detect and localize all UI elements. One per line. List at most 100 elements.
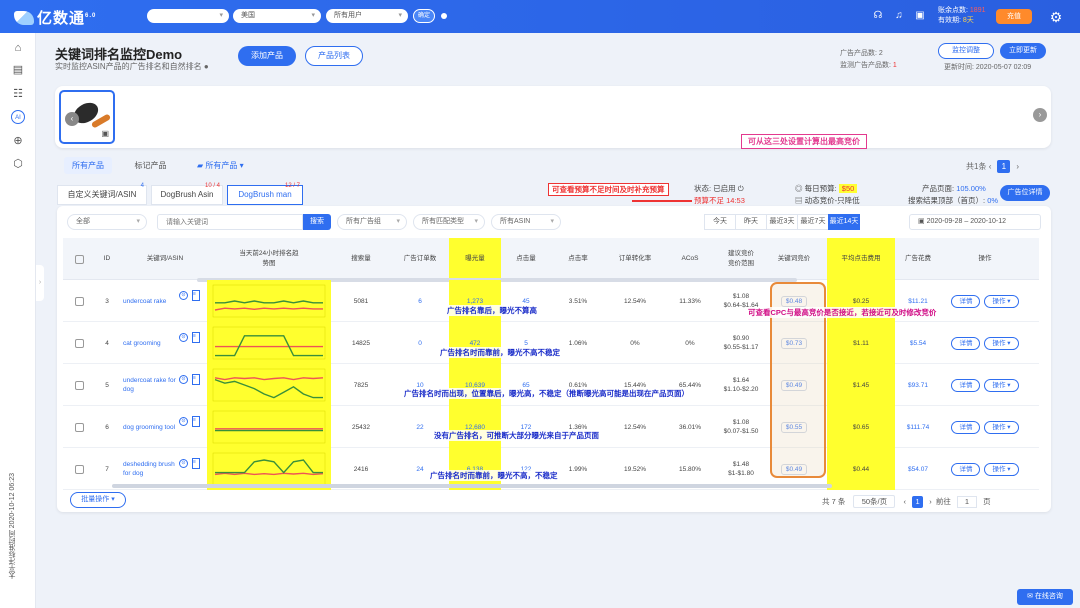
chevron-left-icon[interactable]: ‹ <box>65 112 79 126</box>
document-icon[interactable]: ≡ <box>192 374 200 385</box>
detail-button[interactable]: 详情 <box>951 336 981 350</box>
keyword-link[interactable]: undercoat rake <box>123 280 183 322</box>
detail-button[interactable]: 详情 <box>951 462 981 476</box>
document-icon[interactable]: ≡ <box>192 416 200 427</box>
all-select[interactable]: 全部 <box>67 214 147 230</box>
col-ad-orders[interactable]: 广告订单数 <box>391 238 449 280</box>
col-ctr[interactable]: 点击率 <box>551 238 605 280</box>
search-input[interactable] <box>157 214 303 230</box>
tab-dogbrush-man[interactable]: DogBrush man 12 / 7 <box>227 183 303 205</box>
select-all-checkbox[interactable] <box>69 238 89 280</box>
operations-button[interactable]: 操作 ▾ <box>984 462 1019 476</box>
search-rank-icon[interactable]: ⊙ <box>179 333 188 342</box>
tab-dogbrush-asin[interactable]: DogBrush Asin 10 / 4 <box>151 183 223 205</box>
document-icon[interactable]: ≡ <box>192 290 200 301</box>
trend-chart[interactable] <box>207 364 331 406</box>
shop-select[interactable] <box>147 9 229 23</box>
logo[interactable]: 亿数通6.0 <box>14 7 96 28</box>
date-picker[interactable]: ▣ 2020-09-28 – 2020-10-12 <box>909 214 1041 230</box>
col-cvr[interactable]: 订单转化率 <box>605 238 665 280</box>
operations-button[interactable]: 操作 ▾ <box>984 378 1019 392</box>
keyword-link[interactable]: cat grooming <box>123 322 183 364</box>
search-rank-icon[interactable]: ⊙ <box>179 291 188 300</box>
ai-icon[interactable]: AI <box>11 110 25 124</box>
trend-chart[interactable] <box>207 406 331 448</box>
tab-folder-all[interactable]: ▰ 所有产品 ▾ <box>189 157 252 174</box>
current-page[interactable]: 1 <box>912 496 924 508</box>
gear-icon[interactable]: ⚙ <box>1048 9 1064 25</box>
store-icon[interactable]: ▤ <box>11 63 25 77</box>
row-checkbox[interactable] <box>69 406 89 448</box>
col-search-volume[interactable]: 搜索量 <box>331 238 391 280</box>
col-avg-cpc[interactable]: 平均点击费用 <box>827 238 895 280</box>
operations-button[interactable]: 操作 ▾ <box>984 420 1019 434</box>
detail-button[interactable]: 详情 <box>951 294 981 308</box>
operations-button[interactable]: 操作 ▾ <box>984 294 1019 308</box>
monitor-adjust-button[interactable]: 监控调整 <box>938 43 994 59</box>
trend-chart[interactable] <box>207 280 331 322</box>
online-chat-button[interactable]: ✉ 在线咨询 <box>1017 589 1073 605</box>
match-type-select[interactable]: 所有匹配类型 <box>413 214 485 230</box>
horizontal-scrollbar[interactable] <box>112 484 832 488</box>
date-7days-button[interactable]: 最近7天 <box>797 214 829 230</box>
col-clicks[interactable]: 点击量 <box>501 238 551 280</box>
recharge-button[interactable]: 充值 <box>996 9 1032 24</box>
next-page-icon[interactable]: › <box>1016 162 1019 171</box>
tab-all-products[interactable]: 所有产品 <box>64 157 112 174</box>
placement-detail-button[interactable]: 广告位详情 <box>1000 185 1050 201</box>
col-acos[interactable]: ACoS <box>665 238 715 280</box>
search-button[interactable]: 搜索 <box>303 214 331 230</box>
search-rank-icon[interactable]: ⊙ <box>179 375 188 384</box>
chart-icon[interactable]: ☷ <box>11 87 25 101</box>
keyword-link[interactable]: dog grooming tool <box>123 406 183 448</box>
product-list-button[interactable]: 产品列表 <box>305 46 363 66</box>
headset-icon[interactable]: ☊ <box>872 10 884 22</box>
document-icon[interactable]: ≡ <box>192 458 200 469</box>
row-checkbox[interactable] <box>69 364 89 406</box>
pager-top-page[interactable]: 1 <box>997 160 1011 173</box>
detail-button[interactable]: 详情 <box>951 420 981 434</box>
tab-custom-keyword[interactable]: 自定义关键词/ASIN 4 <box>57 183 147 205</box>
asin-select[interactable]: 所有ASIN <box>491 214 561 230</box>
home-icon[interactable]: ⌂ <box>11 41 25 55</box>
add-product-button[interactable]: 添加产品 <box>238 46 296 66</box>
date-yesterday-button[interactable]: 昨天 <box>735 214 767 230</box>
search-rank-icon[interactable]: ⊙ <box>179 459 188 468</box>
detail-button[interactable]: 详情 <box>951 378 981 392</box>
keyword-link[interactable]: undercoat rake for dog <box>123 364 183 406</box>
date-today-button[interactable]: 今天 <box>704 214 736 230</box>
operations-button[interactable]: 操作 ▾ <box>984 336 1019 350</box>
page-size-select[interactable]: 50条/页 <box>853 495 896 508</box>
chevron-right-icon[interactable]: › <box>1033 108 1047 122</box>
bulk-actions-button[interactable]: 批量操作 ▾ <box>70 492 126 508</box>
user-select[interactable]: 所有用户 <box>326 9 408 23</box>
tab-marked-products[interactable]: 标记产品 <box>127 157 175 174</box>
date-3days-button[interactable]: 最近3天 <box>766 214 798 230</box>
col-keyword-bid[interactable]: 关键词竞价 <box>767 238 821 280</box>
update-now-button[interactable]: 立即更新 <box>1000 43 1046 59</box>
search-rank-icon[interactable]: ⊙ <box>179 417 188 426</box>
ad-group-select[interactable]: 所有广告组 <box>337 214 407 230</box>
date-14days-button[interactable]: 最近14天 <box>828 214 860 230</box>
next-page-icon[interactable]: › <box>929 497 932 506</box>
col-ad-spend[interactable]: 广告花费 <box>895 238 941 280</box>
row-checkbox[interactable] <box>69 280 89 322</box>
power-icon[interactable]: ⏻ <box>738 184 744 193</box>
row-checkbox[interactable] <box>69 322 89 364</box>
confirm-button[interactable]: 确定 <box>413 9 435 23</box>
help-icon[interactable]: ● <box>204 62 209 71</box>
calendar-icon[interactable]: ▣ <box>914 10 926 22</box>
product-thumbnail[interactable]: ‹ ▣ <box>59 90 115 144</box>
row-checkbox[interactable] <box>69 448 89 490</box>
prev-page-icon[interactable]: ‹ <box>904 497 907 506</box>
target-icon[interactable]: ⊕ <box>11 134 25 148</box>
goto-page-input[interactable]: 1 <box>956 496 977 508</box>
bell-icon[interactable]: ♫ <box>893 10 905 22</box>
prev-page-icon[interactable]: ‹ <box>989 162 992 171</box>
col-impressions[interactable]: 曝光量 <box>449 238 501 280</box>
document-icon[interactable]: ≡ <box>192 332 200 343</box>
region-select[interactable]: 美国 <box>233 9 321 23</box>
trend-chart[interactable] <box>207 322 331 364</box>
cube-icon[interactable]: ⬡ <box>11 157 25 171</box>
sidebar-collapse-handle[interactable]: › <box>36 265 44 301</box>
